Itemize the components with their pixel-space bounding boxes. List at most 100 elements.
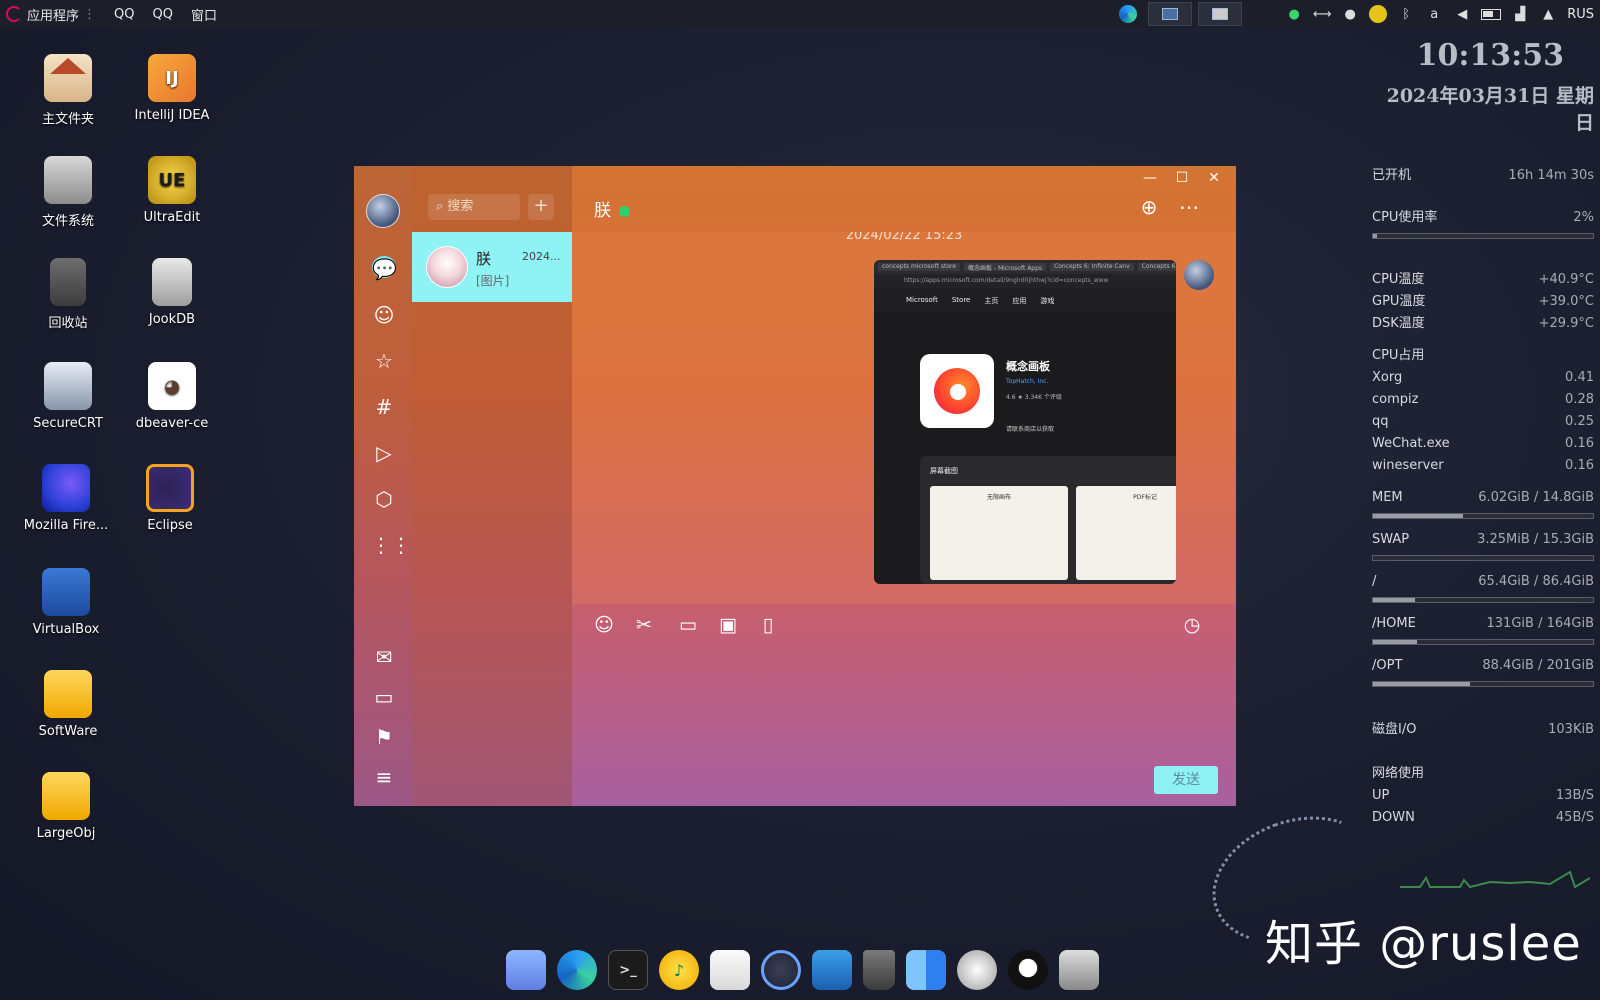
notification-bell-icon[interactable]: ▲ xyxy=(1539,6,1557,22)
desktop-icon-securecrt[interactable]: SecureCRT xyxy=(16,362,120,431)
desktop-icon-largeobj[interactable]: LargeObj xyxy=(14,772,118,841)
store-nav: Microsoft Store 主页 应用 游戏 xyxy=(874,288,1176,312)
music-icon[interactable]: ♪ xyxy=(659,950,699,990)
opt-disk-label: /OPT xyxy=(1372,658,1403,673)
desktop-icon-virtualbox[interactable]: VirtualBox xyxy=(14,568,118,637)
desktop-icon-label: Mozilla Fire... xyxy=(23,518,109,533)
terminal-icon[interactable]: >_ xyxy=(608,950,648,990)
volume-icon[interactable]: ◀ xyxy=(1453,6,1471,22)
input-method-icon[interactable]: a xyxy=(1425,6,1443,22)
signal-icon[interactable]: ▟ xyxy=(1511,6,1529,22)
edge-icon[interactable] xyxy=(557,950,597,990)
swap-bar xyxy=(1372,555,1594,561)
emoji-icon[interactable]: ☺ xyxy=(590,612,618,638)
conversation-time: 2024... xyxy=(522,250,561,263)
task-edge[interactable] xyxy=(1114,2,1142,26)
battery-icon[interactable] xyxy=(1481,8,1502,20)
task-files[interactable] xyxy=(1148,2,1192,26)
image-message[interactable]: concepts microsoft store 概念画板 - Microsof… xyxy=(874,260,1176,584)
apps-grid-icon[interactable]: ⋮⋮ xyxy=(371,532,411,558)
mail-icon[interactable]: ✉ xyxy=(371,644,397,670)
sender-avatar[interactable] xyxy=(1184,260,1214,290)
more-options-icon[interactable]: ⋯ xyxy=(1176,194,1202,220)
desktop-icon-trash[interactable]: 回收站 xyxy=(16,258,120,331)
desktop-icon-dbeaver[interactable]: ◕ dbeaver-ce xyxy=(120,362,224,431)
home-folder-icon xyxy=(44,54,92,102)
bluetooth-icon[interactable]: ᛒ xyxy=(1397,6,1415,22)
add-member-icon[interactable]: ⊕ xyxy=(1136,194,1162,220)
clock: 10:13:53 xyxy=(1416,38,1564,73)
add-button[interactable]: + xyxy=(528,194,554,220)
shake-icon[interactable]: ▯ xyxy=(754,612,782,638)
app-link: 请联系商店以获取 xyxy=(1006,426,1055,433)
task-window[interactable] xyxy=(1198,2,1242,26)
channels-hash-icon[interactable]: # xyxy=(371,394,397,420)
maximize-icon[interactable]: ☐ xyxy=(1170,170,1194,186)
desktop-icon-label: SoftWare xyxy=(38,724,98,739)
swap-value: 3.25MiB / 15.3GiB xyxy=(1477,532,1594,547)
gpu-temp-value: +39.0°C xyxy=(1538,294,1594,309)
process-name: WeChat.exe xyxy=(1372,436,1450,451)
menu-item-qq-1[interactable]: QQ xyxy=(114,7,134,22)
user-avatar[interactable] xyxy=(366,194,400,228)
keyboard-layout[interactable]: RUS xyxy=(1567,7,1594,22)
document-viewer-icon[interactable] xyxy=(1059,950,1099,990)
desktop-icon-eclipse[interactable]: Eclipse xyxy=(118,464,222,533)
history-clock-icon[interactable]: ◷ xyxy=(1178,612,1206,638)
opt-disk-value: 88.4GiB / 201GiB xyxy=(1482,658,1594,673)
folder-icon[interactable]: ▭ xyxy=(371,684,397,710)
menu-hamburger-icon[interactable]: ≡ xyxy=(371,764,397,790)
desktop-icon-software[interactable]: SoftWare xyxy=(16,670,120,739)
image-icon[interactable]: ▣ xyxy=(714,612,742,638)
network-arrows-icon[interactable]: ⟷ xyxy=(1313,6,1332,22)
files-icon[interactable] xyxy=(506,950,546,990)
process-name: wineserver xyxy=(1372,458,1444,473)
menu-item-qq-2[interactable]: QQ xyxy=(152,7,172,22)
video-icon[interactable]: ▷ xyxy=(371,440,397,466)
applications-menu[interactable]: 应用程序 xyxy=(27,5,79,24)
desktop-icon-jookdb[interactable]: JookDB xyxy=(120,258,224,327)
bookmark-icon[interactable]: ⚑ xyxy=(371,724,397,750)
menu-item-window[interactable]: 窗口 xyxy=(191,5,217,24)
desktop-icon-firefox[interactable]: Mozilla Fire... xyxy=(14,464,118,533)
desktop-icon-home[interactable]: 主文件夹 xyxy=(16,54,120,127)
bird-app-icon[interactable] xyxy=(957,950,997,990)
process-value: 0.16 xyxy=(1565,458,1594,473)
desktop-icon-label: JookDB xyxy=(148,312,196,327)
trash-icon[interactable] xyxy=(863,950,895,990)
debian-logo-icon[interactable] xyxy=(6,6,22,22)
search-app-icon[interactable] xyxy=(761,950,801,990)
qq-icon[interactable] xyxy=(1008,950,1048,990)
wechat-tray-icon[interactable]: ● xyxy=(1285,6,1303,22)
browser-tab: 概念画板 - Microsoft Apps xyxy=(964,263,1047,272)
screenshot-scissors-icon[interactable]: ✂ xyxy=(630,612,658,638)
desktop-icon-filesystem[interactable]: 文件系统 xyxy=(16,156,120,229)
desktop-icon-ultraedit[interactable]: UE UltraEdit xyxy=(120,156,224,225)
file-folder-icon[interactable]: ▭ xyxy=(674,612,702,638)
finder-icon[interactable] xyxy=(906,950,946,990)
messages-icon[interactable]: 💬 xyxy=(372,256,397,281)
conversation-list: ⌕ 搜索 + 朕 2024... [图片] xyxy=(412,166,572,806)
text-editor-icon[interactable] xyxy=(710,950,750,990)
music-tray-icon[interactable] xyxy=(1369,5,1388,23)
minimize-icon[interactable]: — xyxy=(1138,170,1162,186)
qq-tray-icon[interactable]: ● xyxy=(1341,6,1359,22)
thumbnail-caption: PDF标记 xyxy=(1133,494,1157,501)
games-icon[interactable]: ⬡ xyxy=(371,486,397,512)
search-placeholder: 搜索 xyxy=(447,199,474,214)
date: 2024年03月31日 星期日 xyxy=(1386,85,1594,134)
close-icon[interactable]: ✕ xyxy=(1202,170,1226,186)
send-button[interactable]: 发送 xyxy=(1154,766,1218,794)
mem-bar-fill xyxy=(1373,514,1464,518)
conversation-item[interactable]: 朕 2024... [图片] xyxy=(412,232,572,302)
app-store-icon[interactable] xyxy=(812,950,852,990)
screenshots-title: 屏幕截图 xyxy=(930,467,958,475)
screenshots-section: 屏幕截图 无限画布 PDF标记 xyxy=(920,456,1176,584)
contacts-icon[interactable]: ☺ xyxy=(371,302,397,328)
favorites-star-icon[interactable]: ☆ xyxy=(371,348,397,374)
mem-value: 6.02GiB / 14.8GiB xyxy=(1478,490,1594,505)
search-input[interactable]: ⌕ 搜索 xyxy=(428,194,520,220)
top-panel: 应用程序 ⋮ QQ QQ 窗口 ● ⟷ ● ᛒ a ◀ ▟ ▲ RUS xyxy=(0,0,1600,28)
desktop-icon-intellij[interactable]: IJ IntelliJ IDEA xyxy=(120,54,224,123)
cpu-temp-label: CPU温度 xyxy=(1372,272,1425,287)
